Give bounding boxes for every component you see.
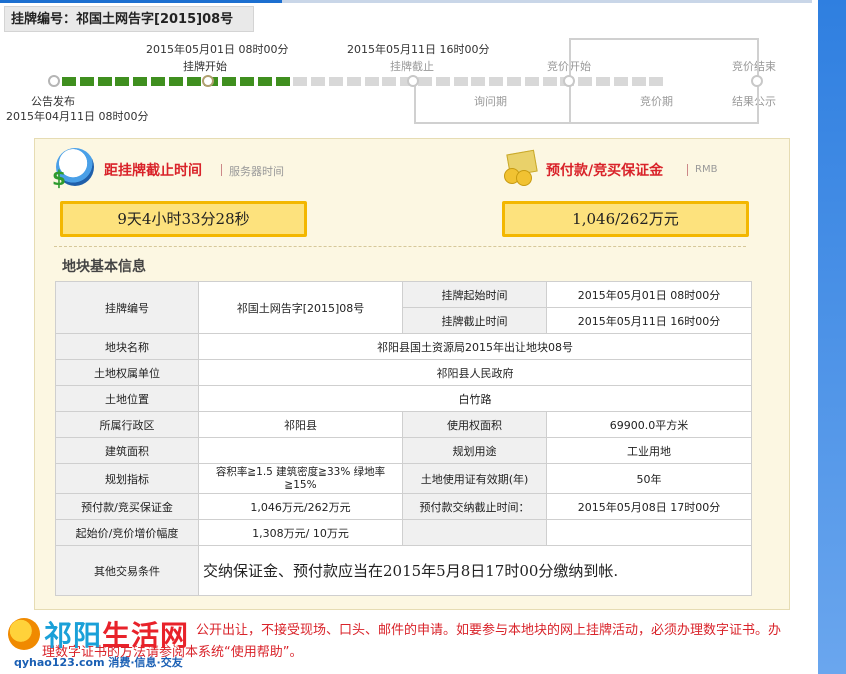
cell-value: 白竹路	[198, 385, 752, 412]
progress-segment	[489, 77, 504, 86]
cell-label: 规划用途	[402, 437, 547, 464]
logo-url: qyhao123.com 消费·信息·交友	[14, 656, 183, 669]
progress-segment	[257, 77, 272, 86]
progress-segment	[435, 77, 450, 86]
cell-label: 挂牌编号	[55, 281, 199, 334]
announce-label: 公告发布	[31, 95, 75, 108]
cell-value: 2015年05月08日 17时00分	[546, 493, 752, 520]
node-announce	[48, 75, 60, 87]
cell-label: 预付款/竞买保证金	[55, 493, 199, 520]
cell-value: 祁阳县	[198, 411, 403, 438]
cell-value: 祁阳县国土资源局2015年出让地块08号	[198, 333, 752, 360]
cell-label: 预付款交纳截止时间：	[402, 493, 547, 520]
progress-segment	[507, 77, 521, 86]
cell-label: 其他交易条件	[55, 545, 199, 596]
cell-label: 所属行政区	[55, 411, 199, 438]
progress-segment	[631, 77, 646, 86]
cell-label: 地块名称	[55, 333, 199, 360]
cell-label: 规划指标	[55, 463, 199, 494]
inquiry-period-bracket	[414, 81, 570, 124]
progress-segment	[240, 77, 254, 86]
progress-segment	[471, 77, 486, 86]
page-title: 挂牌编号：祁国土网告字[2015]08号	[4, 6, 254, 32]
progress-segment	[186, 77, 201, 86]
top-divider-line	[282, 0, 812, 3]
clock-money-icon	[52, 148, 94, 190]
cell-label: 土地权属单位	[55, 359, 199, 386]
listing-start-time: 2015年05月01日 08时00分	[146, 43, 289, 56]
cell-label: 挂牌截止时间	[402, 307, 547, 334]
progress-segment	[115, 77, 130, 86]
cell-value: 2015年05月01日 08时00分	[546, 281, 752, 308]
cell-label: 使用权面积	[402, 411, 547, 438]
top-accent-line	[0, 0, 282, 3]
divider	[54, 246, 746, 247]
cell-value: 工业用地	[546, 437, 752, 464]
progress-segment	[222, 77, 237, 86]
info-heading: 地块基本信息	[62, 259, 146, 275]
cell-label: 挂牌起始时间	[402, 281, 547, 308]
progress-segment	[649, 77, 664, 86]
progress-segment	[79, 77, 94, 86]
cell-value: 容积率≧1.5 建筑密度≧33% 绿地率≧15%	[198, 463, 403, 494]
node-bid-start	[563, 75, 575, 87]
deposit-sub: RMB	[695, 164, 718, 175]
progress-segment	[596, 77, 610, 86]
cell-value: 69900.0平方米	[546, 411, 752, 438]
cell-value	[198, 437, 403, 464]
node-bid-end	[751, 75, 763, 87]
cell-value: 祁阳县人民政府	[198, 359, 752, 386]
cell-value: 1,046万元/262万元	[198, 493, 403, 520]
cell-label	[402, 519, 547, 546]
cell-value: 50年	[546, 463, 752, 494]
progress-segment	[275, 77, 290, 86]
progress-segment	[62, 77, 76, 86]
node-listing-start	[202, 75, 214, 87]
progress-segment	[329, 77, 343, 86]
cell-label: 建筑面积	[55, 437, 199, 464]
cell-value: 祁国土网告字[2015]08号	[198, 281, 403, 334]
money-icon	[502, 149, 540, 186]
progress-segment	[133, 77, 148, 86]
progress-segment	[453, 77, 468, 86]
progress-segment	[97, 77, 112, 86]
window-right-edge	[818, 0, 846, 674]
plot-info-table: 挂牌编号 祁国土网告字[2015]08号 挂牌起始时间 2015年05月01日 …	[55, 281, 752, 596]
deposit-value: 1,046/262万元	[502, 201, 749, 237]
listing-start-label: 挂牌开始	[183, 60, 227, 73]
progress-segment	[382, 77, 397, 86]
announce-time: 2015年04月11日 08时00分	[6, 110, 149, 123]
heading-separator	[221, 164, 222, 176]
progress-segment	[346, 77, 361, 86]
cell-value: 交纳保证金、预付款应当在2015年5月8日17时00分缴纳到帐.	[198, 545, 752, 596]
countdown-value: 9天4小时33分28秒	[60, 201, 307, 237]
progress-segment	[293, 77, 308, 86]
cell-value: 2015年05月11日 16时00分	[546, 307, 752, 334]
cell-label: 土地使用证有效期(年)	[402, 463, 547, 494]
listing-end-label: 挂牌截止	[390, 60, 434, 73]
progress-segment	[418, 77, 432, 86]
node-listing-end	[407, 75, 419, 87]
cell-value: 1,308万元/ 10万元	[198, 519, 403, 546]
countdown-sub: 服务器时间	[229, 165, 284, 178]
logo-mark-icon	[8, 618, 40, 650]
deposit-heading: 预付款/竞买保证金	[546, 163, 664, 179]
heading-separator	[687, 164, 688, 176]
site-watermark-logo: 祁阳生活网 qyhao123.com 消费·信息·交友	[4, 612, 218, 672]
listing-end-time: 2015年05月11日 16时00分	[347, 43, 490, 56]
countdown-heading: 距挂牌截止时间	[104, 163, 202, 179]
cell-label: 土地位置	[55, 385, 199, 412]
logo-text: 祁阳生活网	[44, 619, 190, 652]
progress-segment	[542, 77, 557, 86]
cell-label: 起始价/竞价增价幅度	[55, 519, 199, 546]
progress-segment	[311, 77, 326, 86]
cell-value	[546, 519, 752, 546]
progress-segment	[524, 77, 539, 86]
progress-segment	[168, 77, 183, 86]
progress-segment	[364, 77, 379, 86]
progress-segment	[578, 77, 593, 86]
progress-segment	[613, 77, 628, 86]
progress-segment	[151, 77, 165, 86]
